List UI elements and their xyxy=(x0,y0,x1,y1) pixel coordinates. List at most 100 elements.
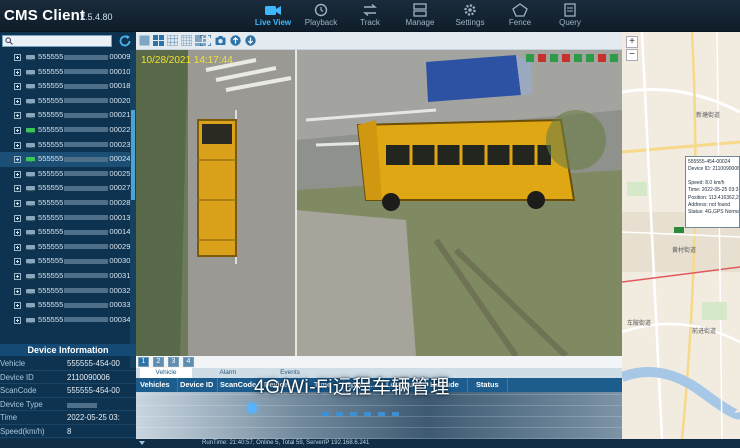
device-info-value: 555555-454-00 xyxy=(67,359,120,368)
tree-vehicle-item[interactable]: 555555 00033 xyxy=(0,298,130,313)
tree-vehicle-item[interactable]: 555555 00028 xyxy=(0,196,130,211)
tree-vehicle-item[interactable]: 555555 00025 xyxy=(0,167,130,182)
device-info-key: Time xyxy=(0,413,18,422)
app-title: CMS Client xyxy=(4,7,86,24)
vehicle-tree: 555555 00009 555555 00010 555555 00018 555555 0… xyxy=(0,50,130,368)
expand-toggle-icon[interactable] xyxy=(14,287,21,295)
device-info-row: Speed(km/h) 8 xyxy=(0,425,136,438)
tree-vehicle-label: 555555 00009 xyxy=(38,52,130,61)
popup-status: Status: 4G,GPS Norma xyxy=(688,209,740,216)
expand-toggle-icon[interactable] xyxy=(14,112,21,120)
channel-tabs: 1 2 3 4 xyxy=(136,356,622,368)
tree-vehicle-item[interactable]: 555555 00018 xyxy=(0,79,130,94)
map-zoom-out-button[interactable]: − xyxy=(626,49,638,61)
snapshot-camera-icon[interactable] xyxy=(215,35,226,46)
map-tiles xyxy=(622,32,740,439)
video-camera-icon xyxy=(265,6,281,15)
tree-vehicle-item[interactable]: 555555 00013 xyxy=(0,211,130,226)
gear-icon xyxy=(464,4,476,16)
expand-toggle-icon[interactable] xyxy=(14,302,21,310)
nav-playback[interactable]: Playback xyxy=(293,0,349,32)
nav-manage[interactable]: Manage xyxy=(392,0,448,32)
channel-tab-4[interactable]: 4 xyxy=(183,357,194,367)
video-feed[interactable]: 10/28/2021 14:17:44 xyxy=(136,50,622,356)
channel-tab-2[interactable]: 2 xyxy=(153,357,164,367)
tree-vehicle-item[interactable]: 555555 00022 xyxy=(0,123,130,138)
tree-vehicle-label: 555555 00013 xyxy=(38,212,130,222)
channel-tab-3[interactable]: 3 xyxy=(168,357,179,367)
layout-9-icon[interactable] xyxy=(167,35,178,46)
column-header[interactable]: Vehicles xyxy=(138,378,178,392)
nav-fence[interactable]: Fence xyxy=(492,0,548,32)
nav-label: Track xyxy=(360,18,380,27)
vehicle-status-icon xyxy=(26,55,35,61)
tree-vehicle-label: 555555 00034 xyxy=(38,314,130,324)
tree-vehicle-item[interactable]: 555555 00014 xyxy=(0,225,130,240)
glow-dot-icon xyxy=(247,403,257,413)
tree-vehicle-item[interactable]: 555555 00030 xyxy=(0,254,130,269)
vehicle-search-box xyxy=(2,35,112,52)
tree-vehicle-item[interactable]: 555555 00034 xyxy=(0,313,130,328)
nav-track[interactable]: Track xyxy=(342,0,398,32)
download-icon[interactable] xyxy=(245,35,256,46)
expand-toggle-icon[interactable] xyxy=(14,199,21,207)
expand-toggle-icon[interactable] xyxy=(14,243,21,251)
expand-toggle-icon[interactable] xyxy=(14,316,21,324)
tab-alarm[interactable]: Alarm xyxy=(202,368,254,378)
expand-toggle-icon[interactable] xyxy=(14,126,21,134)
device-info-row: Vehicle 555555-454-00 xyxy=(0,357,136,371)
tree-vehicle-item[interactable]: 555555 00031 xyxy=(0,269,130,284)
playback-clock-icon xyxy=(314,3,328,17)
nav-query[interactable]: Query xyxy=(542,0,598,32)
column-header[interactable]: Status xyxy=(468,378,508,392)
layout-4-icon[interactable] xyxy=(153,35,164,46)
expand-toggle-icon[interactable] xyxy=(14,97,21,105)
tree-vehicle-item[interactable]: 555555 00010 xyxy=(0,65,130,80)
tree-vehicle-item[interactable]: 555555 00009 xyxy=(0,50,130,65)
tree-vehicle-item[interactable]: 555555 00027 xyxy=(0,181,130,196)
nav-label: Query xyxy=(559,18,581,27)
collapse-arrow-icon[interactable] xyxy=(139,441,145,445)
vehicle-status-icon xyxy=(26,186,35,193)
expand-toggle-icon[interactable] xyxy=(14,170,21,178)
expand-toggle-icon[interactable] xyxy=(14,156,21,164)
tree-vehicle-item[interactable]: 555555 00021 xyxy=(0,108,130,123)
tree-vehicle-item[interactable]: 555555 00024 xyxy=(0,152,130,167)
tree-vehicle-item[interactable]: 555555 00023 xyxy=(0,138,130,153)
tree-vehicle-label: 555555 00025 xyxy=(38,168,130,178)
expand-toggle-icon[interactable] xyxy=(14,214,21,222)
layout-1-icon[interactable] xyxy=(139,35,150,46)
vehicle-status-icon xyxy=(26,127,35,134)
map-view[interactable]: + − 新塘街道 黄村街道 车陂街道 前进街道 555555-454-00024… xyxy=(622,32,740,439)
tree-vehicle-item[interactable]: 555555 00020 xyxy=(0,94,130,109)
expand-toggle-icon[interactable] xyxy=(14,54,21,61)
tree-scroll-thumb[interactable] xyxy=(131,110,135,200)
vehicle-status-icon xyxy=(26,113,35,120)
redacted-segment xyxy=(64,302,109,308)
expand-toggle-icon[interactable] xyxy=(14,258,21,266)
expand-toggle-icon[interactable] xyxy=(14,272,21,280)
expand-toggle-icon[interactable] xyxy=(14,68,21,76)
expand-toggle-icon[interactable] xyxy=(14,229,21,237)
tab-vehicle[interactable]: Vehicle xyxy=(140,368,192,378)
query-document-icon xyxy=(564,3,576,17)
layout-16-icon[interactable] xyxy=(181,35,192,46)
expand-toggle-icon[interactable] xyxy=(14,141,21,149)
vehicle-status-icon xyxy=(26,69,35,76)
popup-title: 555555-454-00024 xyxy=(688,159,731,165)
expand-toggle-icon[interactable] xyxy=(14,83,21,91)
refresh-icon[interactable] xyxy=(118,34,132,48)
tree-vehicle-item[interactable]: 555555 00029 xyxy=(0,240,130,255)
column-header[interactable]: Device ID xyxy=(178,378,218,392)
tree-vehicle-item[interactable]: 555555 00032 xyxy=(0,284,130,299)
map-zoom-in-button[interactable]: + xyxy=(626,36,638,48)
device-info-key: Speed(km/h) xyxy=(0,426,45,436)
vehicle-status-icon xyxy=(26,273,35,280)
search-icon xyxy=(5,37,13,45)
fullscreen-icon[interactable] xyxy=(200,35,211,46)
redacted-segment xyxy=(64,98,109,104)
expand-toggle-icon[interactable] xyxy=(14,185,21,193)
nav-settings[interactable]: Settings xyxy=(442,0,498,32)
upload-icon[interactable] xyxy=(230,35,241,46)
channel-tab-1[interactable]: 1 xyxy=(138,357,149,367)
